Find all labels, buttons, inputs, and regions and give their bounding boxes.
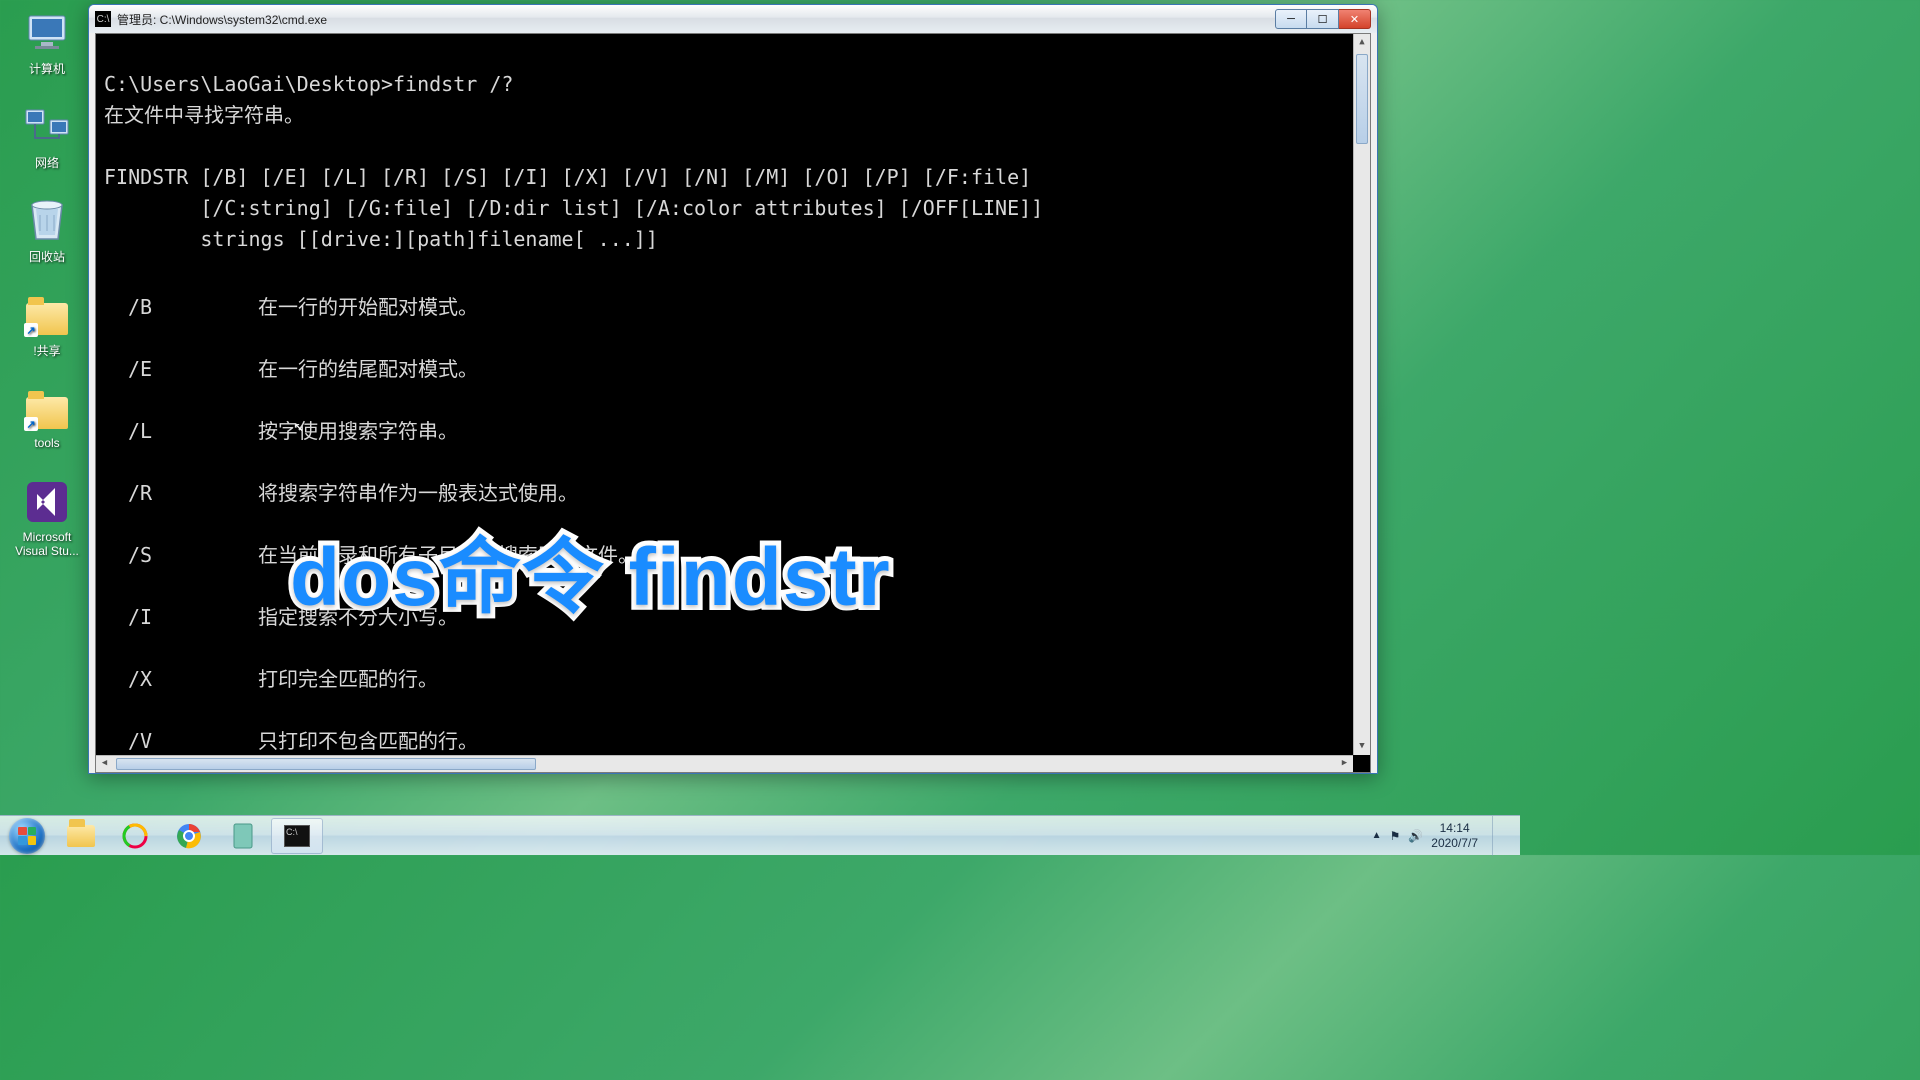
tray-clock[interactable]: 14:14 2020/7/7 (1431, 821, 1478, 851)
cmd-icon: C:\ (95, 11, 111, 27)
desktop-icon-network[interactable]: 网络 (12, 102, 82, 171)
overlay-caption: dos命令 findstr (290, 510, 891, 629)
scroll-up-icon[interactable]: ▲ (1354, 34, 1370, 51)
syntax-line: [/C:string] [/G:file] [/D:dir list] [/A:… (104, 196, 1043, 220)
prompt-line: C:\Users\LaoGai\Desktop>findstr /? (104, 72, 513, 96)
taskbar-app[interactable] (217, 818, 269, 854)
option-row: /X打印完全匹配的行。 (104, 664, 1362, 695)
option-row: /L按字使用搜索字符串。 (104, 416, 1362, 447)
clock-date: 2020/7/7 (1431, 836, 1478, 851)
taskbar-cmd[interactable]: C:\ (271, 818, 323, 854)
taskbar-chrome[interactable] (163, 818, 215, 854)
start-button[interactable] (0, 816, 54, 856)
desktop-icon-label: 回收站 (12, 248, 82, 265)
window-title: 管理员: C:\Windows\system32\cmd.exe (117, 11, 1269, 28)
windows-logo-icon (9, 818, 45, 854)
desktop-icon-recycle[interactable]: 回收站 (12, 196, 82, 265)
taskbar-browser1[interactable] (109, 818, 161, 854)
tray-flag-icon[interactable]: ⚑ (1390, 829, 1401, 843)
scroll-down-icon[interactable]: ▼ (1354, 738, 1370, 755)
scroll-right-icon[interactable]: ▶ (1336, 756, 1353, 772)
desktop-icon-computer[interactable]: 计算机 (12, 8, 82, 77)
scrollbar-horizontal[interactable]: ◀ ▶ (96, 755, 1353, 772)
taskbar-explorer[interactable] (55, 818, 107, 854)
desktop-icon-label: 计算机 (12, 60, 82, 77)
intro-line: 在文件中寻找字符串。 (104, 103, 304, 127)
scroll-thumb[interactable] (116, 758, 536, 770)
console-output[interactable]: C:\Users\LaoGai\Desktop>findstr /? 在文件中寻… (95, 33, 1371, 773)
option-row: /B在一行的开始配对模式。 (104, 292, 1362, 323)
scroll-thumb[interactable] (1356, 54, 1368, 144)
tray-volume-icon[interactable]: 🔊 (1408, 829, 1423, 843)
cmd-window: C:\ 管理员: C:\Windows\system32\cmd.exe ─ ☐… (88, 4, 1378, 774)
system-tray: ▲ ⚑ 🔊 14:14 2020/7/7 (1372, 816, 1512, 856)
desktop-icon-share[interactable]: ↗ !共享 (12, 290, 82, 359)
desktop-icon-label: tools (12, 436, 82, 450)
desktop-icon-label: Microsoft Visual Stu... (12, 530, 82, 558)
close-button[interactable]: ✕ (1339, 9, 1371, 29)
desktop-icon-label: !共享 (12, 342, 82, 359)
syntax-line: FINDSTR [/B] [/E] [/L] [/R] [/S] [/I] [/… (104, 165, 1031, 189)
taskbar: C:\ ▲ ⚑ 🔊 14:14 2020/7/7 (0, 815, 1520, 855)
maximize-button[interactable]: ☐ (1307, 9, 1339, 29)
desktop-icon-tools[interactable]: ↗ tools (12, 384, 82, 450)
option-row: /E在一行的结尾配对模式。 (104, 354, 1362, 385)
scroll-left-icon[interactable]: ◀ (96, 756, 113, 772)
minimize-button[interactable]: ─ (1275, 9, 1307, 29)
syntax-line: strings [[drive:][path]filename[ ...]] (104, 227, 658, 251)
show-desktop-button[interactable] (1492, 816, 1506, 856)
titlebar[interactable]: C:\ 管理员: C:\Windows\system32\cmd.exe ─ ☐… (89, 5, 1377, 33)
clock-time: 14:14 (1431, 821, 1478, 836)
desktop-icon-visual-studio[interactable]: Microsoft Visual Stu... (12, 478, 82, 558)
option-row: /V只打印不包含匹配的行。 (104, 726, 1362, 757)
tray-chevron-icon[interactable]: ▲ (1372, 830, 1382, 841)
desktop-icon-label: 网络 (12, 154, 82, 171)
scrollbar-vertical[interactable]: ▲ ▼ (1353, 34, 1370, 755)
option-row: /R将搜索字符串作为一般表达式使用。 (104, 478, 1362, 509)
